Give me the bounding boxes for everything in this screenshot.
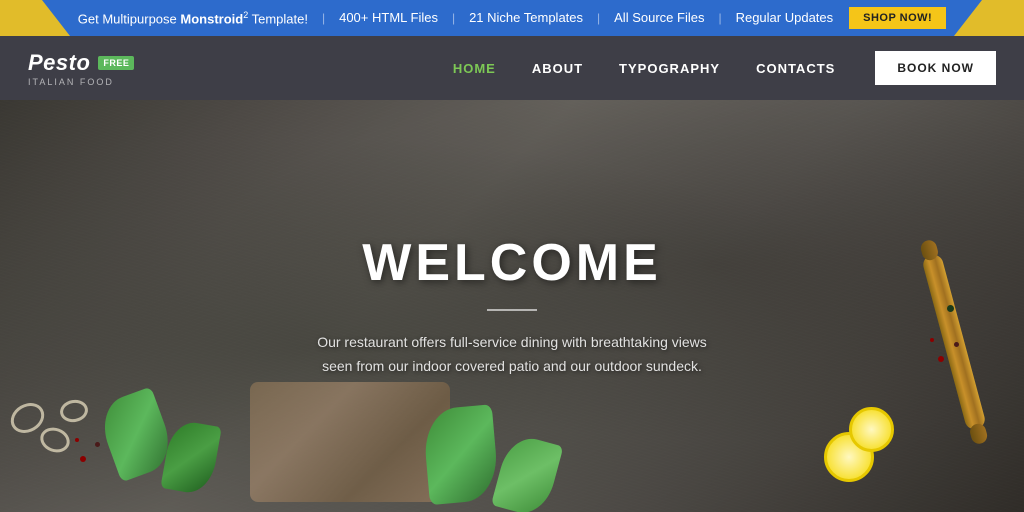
hero-content: WELCOME Our restaurant offers full-servi…	[317, 233, 707, 379]
promo-feature1: 400+ HTML Files	[339, 10, 438, 25]
logo-subtitle: ITALIAN FOOD	[28, 77, 134, 87]
spice-dot-r3	[930, 338, 934, 342]
nav-contacts[interactable]: CONTACTS	[756, 61, 835, 76]
nav-links: HOME ABOUT TYPOGRAPHY CONTACTS	[453, 61, 836, 76]
corner-decoration-left	[0, 0, 70, 36]
spice-dot-r1	[938, 356, 944, 362]
promo-banner: Get Multipurpose Monstroid2 Template! | …	[0, 0, 1024, 36]
book-now-button[interactable]: BOOK NOW	[875, 51, 996, 85]
spice-dot-r2	[954, 342, 959, 347]
promo-sep1: |	[322, 11, 325, 25]
basil-leaf-2	[160, 419, 221, 497]
nav-home[interactable]: HOME	[453, 61, 496, 76]
promo-sep2: |	[452, 11, 455, 25]
cutting-board	[250, 382, 450, 502]
logo-text: Pesto	[28, 50, 90, 76]
basil-leaf-4	[491, 432, 564, 512]
promo-sep3: |	[597, 11, 600, 25]
promo-feature3: All Source Files	[614, 10, 704, 25]
spice-dot-r4	[947, 305, 954, 312]
corner-decoration-right	[954, 0, 1024, 36]
hero-divider	[487, 309, 537, 311]
hero-title: WELCOME	[317, 233, 707, 293]
navbar: Pesto FREE ITALIAN FOOD HOME ABOUT TYPOG…	[0, 36, 1024, 100]
promo-sep4: |	[718, 11, 721, 25]
logo-area: Pesto FREE ITALIAN FOOD	[28, 50, 134, 87]
shop-now-button[interactable]: SHOP NOW!	[849, 7, 946, 29]
nav-typography[interactable]: TYPOGRAPHY	[619, 61, 720, 76]
free-badge: FREE	[98, 56, 134, 70]
logo[interactable]: Pesto FREE	[28, 50, 134, 76]
promo-feature2: 21 Niche Templates	[469, 10, 583, 25]
promo-text: Get Multipurpose Monstroid2 Template! | …	[78, 10, 833, 26]
hero-section: WELCOME Our restaurant offers full-servi…	[0, 100, 1024, 512]
food-decoration-right	[804, 252, 1024, 512]
nav-about[interactable]: ABOUT	[532, 61, 583, 76]
promo-label: Get Multipurpose Monstroid2 Template!	[78, 10, 308, 26]
hero-subtitle: Our restaurant offers full-service dinin…	[317, 331, 707, 379]
promo-feature4: Regular Updates	[736, 10, 834, 25]
lemon-slice-2	[849, 407, 894, 452]
